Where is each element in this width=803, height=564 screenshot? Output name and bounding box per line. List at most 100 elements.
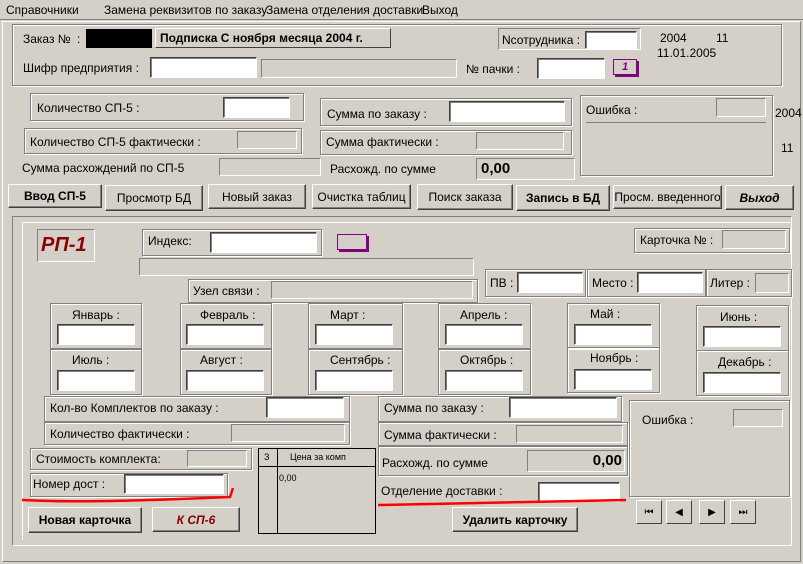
node-label: Узел связи : <box>193 284 260 298</box>
place-label: Место : <box>592 276 634 290</box>
pv-label: ПВ : <box>490 276 514 290</box>
month-label-jan: Январь : <box>72 308 120 322</box>
sp5-error-label: Ошибка : <box>586 103 638 117</box>
sum-diff-label: Расхожд. по сумме <box>330 162 436 176</box>
sp5-count-label: Количество СП-5 : <box>37 101 140 115</box>
sum-diff-value: 0,00 <box>476 158 575 180</box>
index-lookup-button[interactable] <box>337 234 367 250</box>
subscription-title-box: Подписка С ноября месяца 2004 г. <box>155 28 391 48</box>
pv-input[interactable] <box>517 272 583 293</box>
sp5-error-field <box>716 98 766 117</box>
price-grid[interactable]: З Цена за комп 0,00 <box>258 448 376 534</box>
employee-label: Nсотрудника : <box>502 33 581 47</box>
month-label-mar: Март : <box>330 308 366 322</box>
card-error-label: Ошибка : <box>642 413 694 427</box>
find-order-button[interactable]: Поиск заказа <box>417 184 513 210</box>
save-to-db-button[interactable]: Запись в БД <box>516 185 610 211</box>
employee-box: Nсотрудника : <box>498 28 641 50</box>
month-input-mar[interactable] <box>315 324 393 345</box>
batch-label: № пачки : <box>466 62 520 76</box>
month-input-jan[interactable] <box>57 324 135 345</box>
edge-month: 11 <box>781 141 794 155</box>
liter-field <box>755 273 789 293</box>
price-grid-col2: Цена за комп <box>290 452 346 462</box>
month-input-oct[interactable] <box>445 370 523 391</box>
sp5-count-input[interactable] <box>223 97 290 118</box>
month-label-jun: Июнь : <box>720 310 758 324</box>
kits-actual-field <box>231 424 345 442</box>
header-year: 2004 <box>660 31 687 45</box>
last-record-icon[interactable]: ⏭ <box>730 500 756 524</box>
edge-year: 2004 <box>775 106 802 120</box>
sp5-diff-label: Сумма расхождений по СП-5 <box>22 161 185 175</box>
index-label: Индекс: <box>148 234 192 248</box>
sp5-error-area <box>586 122 766 170</box>
header-date: 11.01.2005 <box>657 46 717 60</box>
month-label-jul: Июль : <box>72 353 110 367</box>
enter-sp5-button[interactable]: Ввод СП-5 <box>8 184 102 208</box>
month-input-apr[interactable] <box>445 324 523 345</box>
order-number-field[interactable] <box>86 29 152 48</box>
place-input[interactable] <box>637 272 703 293</box>
month-input-feb[interactable] <box>186 324 264 345</box>
month-label-sep: Сентябрь : <box>330 353 391 367</box>
month-input-jul[interactable] <box>57 370 135 391</box>
clear-tables-button[interactable]: Очистка таблиц <box>312 184 411 209</box>
month-input-nov[interactable] <box>574 369 652 390</box>
card-number-field <box>722 230 786 249</box>
new-order-button[interactable]: Новый заказ <box>208 184 306 209</box>
sum-actual-label: Сумма фактически : <box>326 135 439 149</box>
sp5-actual-field <box>237 131 297 149</box>
delivery-dept-input[interactable] <box>538 482 620 502</box>
sum-order-label: Сумма по заказу : <box>327 107 427 121</box>
to-sp6-button[interactable]: К СП-6 <box>152 507 240 532</box>
employee-input[interactable] <box>585 31 637 49</box>
kits-order-label: Кол-во Комплектов по заказу : <box>50 401 219 415</box>
card-error-field <box>733 409 783 427</box>
card-sum-diff-value: 0,00 <box>527 450 625 472</box>
delivery-no-input[interactable] <box>124 474 224 494</box>
sum-actual-field <box>476 132 564 150</box>
card-sum-order-input[interactable] <box>509 397 617 418</box>
cipher-input[interactable] <box>150 57 257 78</box>
card-sum-order-label: Сумма по заказу : <box>384 401 484 415</box>
month-input-may[interactable] <box>574 324 652 345</box>
menu-replace-delivery-dept[interactable]: Замена отделения доставки <box>266 3 423 17</box>
month-input-jun[interactable] <box>703 326 781 347</box>
batch-button[interactable]: 1 <box>613 59 637 75</box>
header-month: 11 <box>716 31 729 45</box>
view-entered-button[interactable]: Просм. введенного <box>613 185 722 209</box>
month-label-dec: Декабрь : <box>718 355 772 369</box>
delivery-no-label: Номер дост : <box>33 477 106 491</box>
exit-button[interactable]: Выход <box>725 185 794 210</box>
kit-cost-field <box>187 450 247 467</box>
month-label-apr: Апрель : <box>460 308 508 322</box>
card-number-label: Карточка № : <box>640 233 714 247</box>
enterprise-name-field <box>261 59 457 78</box>
menu-exit[interactable]: Выход <box>422 3 458 17</box>
kits-actual-label: Количество фактически : <box>50 427 190 441</box>
order-label: Заказ № <box>23 32 71 46</box>
kit-cost-label: Стоимость комплекта: <box>36 452 161 466</box>
prev-record-icon[interactable]: ◀ <box>666 500 692 524</box>
menu-references[interactable]: Справочники <box>6 3 79 17</box>
first-record-icon[interactable]: ⏮ <box>636 500 662 524</box>
month-label-oct: Октябрь : <box>460 353 514 367</box>
price-grid-value: 0,00 <box>279 473 297 483</box>
month-label-may: Май : <box>590 307 621 321</box>
kits-order-input[interactable] <box>266 397 344 418</box>
sum-order-input[interactable] <box>449 101 565 122</box>
index-input[interactable] <box>210 232 317 253</box>
month-input-dec[interactable] <box>703 372 781 393</box>
month-label-nov: Ноябрь : <box>590 351 639 365</box>
view-db-button[interactable]: Просмотр БД <box>105 185 203 211</box>
delete-card-button[interactable]: Удалить карточку <box>452 507 578 532</box>
month-input-aug[interactable] <box>186 370 264 391</box>
card-sum-diff-label: Расхожд. по сумме <box>382 456 488 470</box>
month-input-sep[interactable] <box>315 370 393 391</box>
sp5-diff-field <box>219 158 321 176</box>
new-card-button[interactable]: Новая карточка <box>28 507 142 533</box>
next-record-icon[interactable]: ▶ <box>699 500 725 524</box>
batch-input[interactable] <box>537 58 605 79</box>
menu-replace-order-details[interactable]: Замена реквизитов по заказу <box>104 3 267 17</box>
